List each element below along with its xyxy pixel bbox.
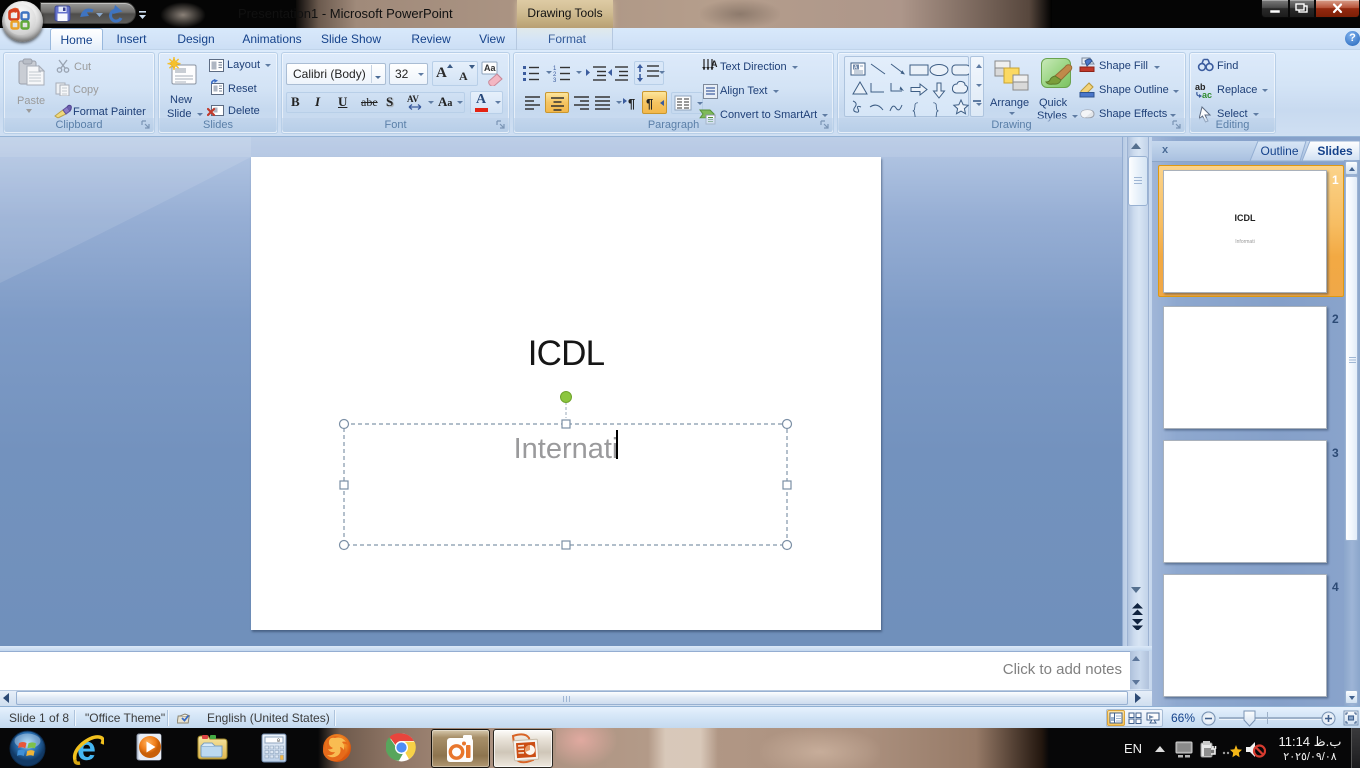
svg-text:Aa: Aa	[484, 63, 496, 73]
svg-text:ac: ac	[1202, 90, 1212, 99]
svg-text:A: A	[711, 59, 718, 69]
svg-text:0: 0	[277, 738, 280, 744]
svg-text:¶: ¶	[628, 96, 635, 111]
svg-text:3: 3	[553, 78, 557, 82]
svg-text:AV: AV	[407, 94, 419, 104]
svg-text:¶: ¶	[646, 96, 653, 111]
